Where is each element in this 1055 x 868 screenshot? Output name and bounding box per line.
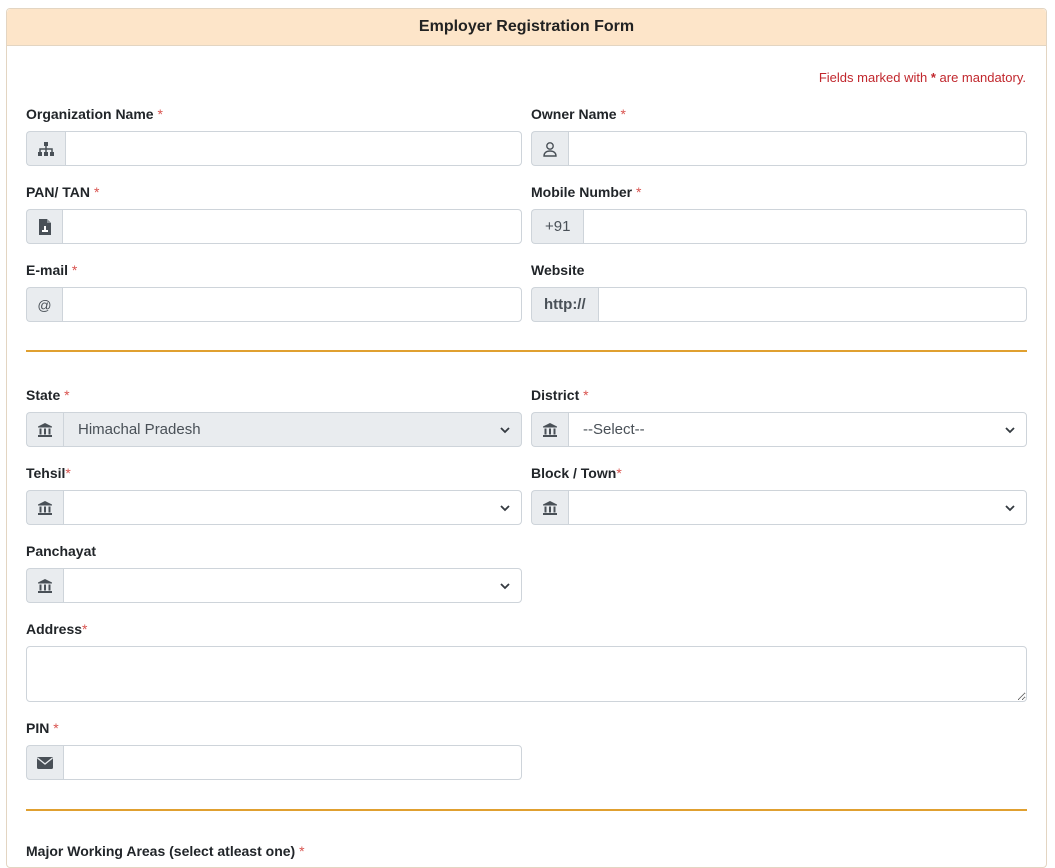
organization-name-field: Organization Name * xyxy=(26,105,522,166)
chevron-down-icon xyxy=(1005,426,1015,433)
country-code-prefix: +91 xyxy=(531,209,584,244)
chevron-down-icon xyxy=(500,426,510,433)
envelope-icon xyxy=(26,745,63,780)
section-divider xyxy=(26,350,1027,352)
chevron-down-icon xyxy=(1005,504,1015,511)
owner-name-input[interactable] xyxy=(568,131,1027,166)
chevron-down-icon xyxy=(500,504,510,511)
owner-name-field: Owner Name * xyxy=(531,105,1027,166)
form-title: Employer Registration Form xyxy=(7,9,1046,46)
chevron-down-icon xyxy=(500,582,510,589)
tehsil-field: Tehsil* xyxy=(26,464,522,525)
user-icon xyxy=(531,131,568,166)
mobile-number-field: Mobile Number * +91 xyxy=(531,183,1027,244)
tehsil-select[interactable] xyxy=(63,490,522,525)
address-textarea[interactable] xyxy=(26,646,1027,702)
file-icon xyxy=(26,209,62,244)
panchayat-field: Panchayat xyxy=(26,542,522,603)
sitemap-icon xyxy=(26,131,65,166)
pin-input[interactable] xyxy=(63,745,522,780)
district-select[interactable]: --Select-- xyxy=(568,412,1027,447)
section-divider xyxy=(26,809,1027,811)
website-input[interactable] xyxy=(597,287,1027,322)
district-field: District * --Select-- xyxy=(531,386,1027,447)
email-field: E-mail * @ xyxy=(26,261,522,322)
bank-icon xyxy=(26,568,63,603)
registration-card: Employer Registration Form Fields marked… xyxy=(6,8,1047,868)
pan-tan-field: PAN/ TAN * xyxy=(26,183,522,244)
address-field: Address* xyxy=(26,620,1027,707)
block-town-select[interactable] xyxy=(568,490,1027,525)
bank-icon xyxy=(531,412,568,447)
mobile-number-input[interactable] xyxy=(583,209,1027,244)
panchayat-select[interactable] xyxy=(63,568,522,603)
mandatory-note: Fields marked with * are mandatory. xyxy=(818,70,1026,85)
pin-field: PIN * xyxy=(26,719,522,780)
at-sign-prefix: @ xyxy=(26,287,62,322)
website-field: Website http:// xyxy=(531,261,1027,322)
bank-icon xyxy=(531,490,568,525)
major-working-areas-label: Major Working Areas (select atleast one)… xyxy=(26,843,305,859)
state-select[interactable]: Himachal Pradesh xyxy=(63,412,522,447)
block-town-field: Block / Town* xyxy=(531,464,1027,525)
bank-icon xyxy=(26,412,63,447)
bank-icon xyxy=(26,490,63,525)
email-input[interactable] xyxy=(62,287,522,322)
pan-tan-input[interactable] xyxy=(62,209,522,244)
organization-name-input[interactable] xyxy=(65,131,522,166)
state-field: State * Himachal Pradesh xyxy=(26,386,522,447)
http-prefix: http:// xyxy=(531,287,598,322)
